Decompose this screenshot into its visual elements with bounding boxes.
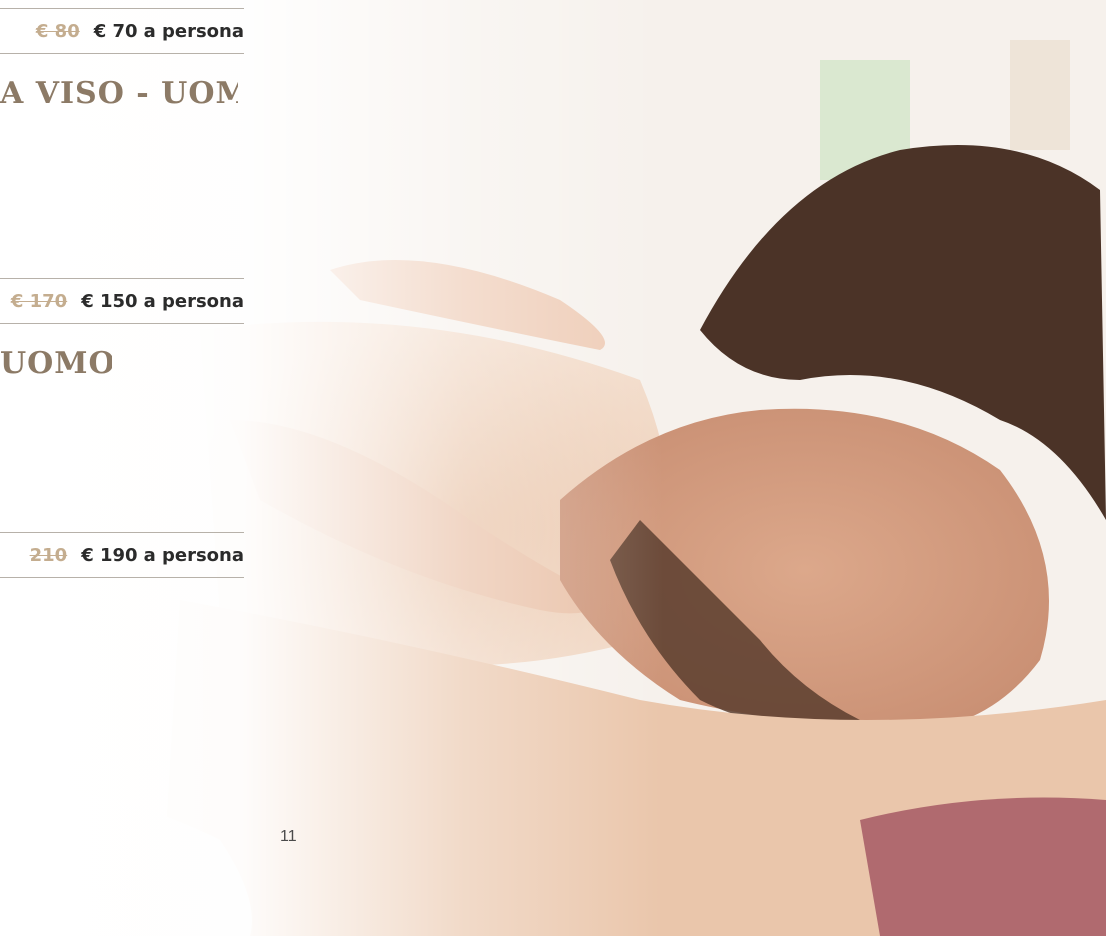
price-row-2: € 170 € 150 a persona xyxy=(0,278,244,324)
price-row-1: € 80 € 70 a persona xyxy=(0,8,244,54)
section-title-2: UOMO xyxy=(0,346,112,381)
price-suffix: a persona xyxy=(143,544,244,566)
old-price: € 170 xyxy=(10,290,68,312)
price-row-3: 210 € 190 a persona xyxy=(0,532,244,578)
new-price: € 70 xyxy=(93,20,138,42)
section-title-1: A VISO - UOMO xyxy=(0,76,238,111)
price-suffix: a persona xyxy=(143,20,244,42)
new-price: € 190 xyxy=(81,544,138,566)
page-number: 11 xyxy=(280,828,297,845)
price-suffix: a persona xyxy=(143,290,244,312)
massage-photo xyxy=(0,0,1106,936)
old-price: € 80 xyxy=(35,20,80,42)
old-price: 210 xyxy=(29,544,68,566)
new-price: € 150 xyxy=(81,290,138,312)
